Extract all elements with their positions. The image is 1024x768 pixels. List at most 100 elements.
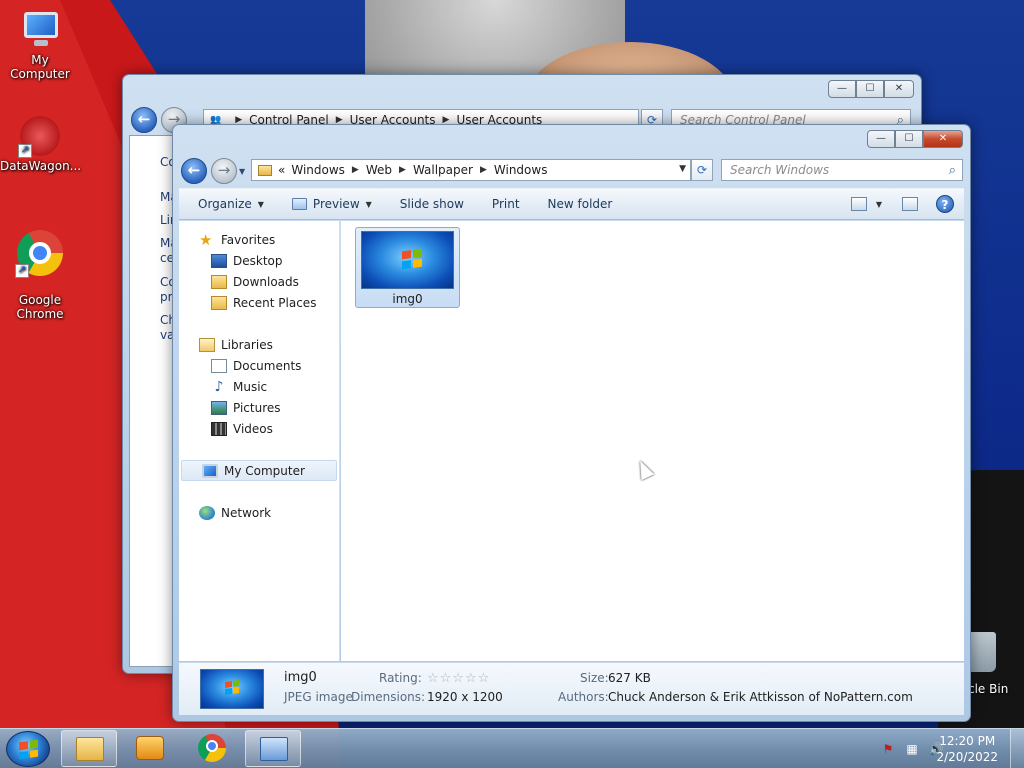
star-icon: ★ bbox=[199, 230, 213, 249]
nav-recent-places[interactable]: Recent Places bbox=[179, 292, 337, 313]
preview-icon bbox=[291, 198, 307, 210]
breadcrumb-segment[interactable]: Windows bbox=[494, 163, 548, 177]
back-button[interactable]: ← bbox=[181, 158, 207, 184]
slideshow-label: Slide show bbox=[399, 197, 464, 211]
view-options-dropdown-icon[interactable]: ▼ bbox=[876, 200, 882, 209]
address-bar[interactable]: « Windows ▶ Web ▶ Wallpaper ▶ Windows ▼ bbox=[251, 159, 691, 181]
desktop-icon bbox=[211, 253, 227, 268]
breadcrumb-segment[interactable]: Windows bbox=[291, 163, 345, 177]
show-desktop-button[interactable] bbox=[1010, 729, 1024, 768]
dimensions-value: 1920 x 1200 bbox=[427, 690, 503, 704]
organize-button[interactable]: Organize ▼ bbox=[179, 189, 278, 219]
nav-label: Documents bbox=[233, 358, 302, 373]
preview-pane-icon[interactable] bbox=[902, 197, 918, 211]
chevron-right-icon[interactable]: ▶ bbox=[399, 165, 406, 175]
desktop-icon-my-computer[interactable]: My Computer bbox=[0, 10, 80, 81]
computer-icon bbox=[18, 10, 62, 50]
address-overflow[interactable]: « bbox=[278, 163, 285, 177]
print-button[interactable]: Print bbox=[478, 189, 534, 219]
navigation-pane: ★ Favorites Desktop Downloads Recent Pla… bbox=[179, 221, 340, 661]
caption-buttons: — ☐ ✕ bbox=[867, 130, 963, 148]
nav-libraries[interactable]: Libraries bbox=[179, 334, 337, 355]
breadcrumb-segment[interactable]: Wallpaper bbox=[413, 163, 473, 177]
search-icon[interactable]: ⌕ bbox=[949, 161, 956, 181]
nav-pictures[interactable]: Pictures bbox=[179, 397, 337, 418]
close-button[interactable]: ✕ bbox=[923, 130, 963, 148]
authors-label: Authors: bbox=[558, 690, 609, 704]
chrome-icon bbox=[198, 734, 226, 762]
command-bar: Organize ▼ Preview ▼ Slide show Print Ne… bbox=[179, 188, 964, 220]
windows-logo-icon bbox=[19, 739, 38, 760]
nav-my-computer[interactable]: My Computer bbox=[181, 460, 337, 481]
rating-stars[interactable]: ☆☆☆☆☆ bbox=[427, 671, 490, 686]
recycle-bin-label[interactable]: cle Bin bbox=[968, 682, 1008, 696]
chevron-right-icon[interactable]: ▶ bbox=[352, 165, 359, 175]
windows-logo-icon bbox=[402, 248, 422, 270]
details-thumbnail bbox=[200, 669, 264, 709]
refresh-button[interactable]: ⟳ bbox=[691, 159, 713, 181]
shortcut-arrow-icon: ↗ bbox=[15, 264, 29, 278]
breadcrumb-segment[interactable]: Web bbox=[366, 163, 392, 177]
help-icon[interactable]: ? bbox=[936, 195, 954, 213]
file-list-pane[interactable]: img0 bbox=[341, 221, 964, 661]
nav-desktop[interactable]: Desktop bbox=[179, 250, 337, 271]
computer-icon bbox=[202, 463, 218, 478]
network-status-icon[interactable]: ▦ bbox=[904, 741, 920, 757]
media-player-icon bbox=[136, 736, 164, 760]
toolbar-right-group: ▼ ? bbox=[842, 195, 964, 213]
maximize-button[interactable]: ☐ bbox=[856, 80, 884, 98]
clock-time: 12:20 PM bbox=[939, 734, 996, 748]
size-value: 627 KB bbox=[608, 671, 651, 685]
file-item-img0[interactable]: img0 bbox=[355, 227, 460, 308]
chevron-down-icon: ▼ bbox=[365, 199, 372, 209]
desktop-icon-label: Google Chrome bbox=[16, 293, 64, 321]
start-button[interactable] bbox=[6, 731, 50, 767]
taskbar-google-chrome[interactable] bbox=[184, 730, 240, 767]
back-button[interactable]: ← bbox=[131, 107, 157, 133]
nav-videos[interactable]: Videos bbox=[179, 418, 337, 439]
notification-area: ⚑ ▦ 🔊 bbox=[872, 741, 944, 757]
nav-network[interactable]: Network bbox=[179, 502, 337, 523]
windows-logo-icon bbox=[225, 680, 239, 695]
folder-icon bbox=[258, 164, 272, 176]
taskbar-control-panel[interactable] bbox=[245, 730, 301, 767]
taskbar-media-player[interactable] bbox=[122, 730, 178, 767]
details-file-type: JPEG image bbox=[284, 690, 353, 704]
shortcut-arrow-icon: ↗ bbox=[18, 144, 32, 158]
nav-label: My Computer bbox=[224, 463, 305, 478]
minimize-button[interactable]: — bbox=[828, 80, 856, 98]
nav-downloads[interactable]: Downloads bbox=[179, 271, 337, 292]
taskbar-windows-explorer[interactable] bbox=[61, 730, 117, 767]
system-clock[interactable]: 12:20 PM 2/20/2022 bbox=[936, 733, 998, 765]
rating-label: Rating: bbox=[379, 671, 422, 685]
address-dropdown-icon[interactable]: ▼ bbox=[679, 164, 686, 174]
downloads-folder-icon bbox=[211, 274, 227, 289]
new-folder-label: New folder bbox=[547, 197, 613, 211]
action-center-flag-icon[interactable]: ⚑ bbox=[880, 741, 896, 757]
documents-icon bbox=[211, 358, 227, 373]
recent-pages-dropdown-icon[interactable]: ▼ bbox=[239, 167, 245, 176]
change-view-icon[interactable] bbox=[850, 197, 867, 211]
minimize-button[interactable]: — bbox=[867, 130, 895, 148]
explorer-window[interactable]: — ☐ ✕ ← → ▼ « Windows ▶ Web ▶ Wallpaper … bbox=[172, 124, 971, 722]
slideshow-button[interactable]: Slide show bbox=[386, 189, 478, 219]
chrome-icon: ↗ bbox=[15, 230, 63, 278]
new-folder-button[interactable]: New folder bbox=[534, 189, 627, 219]
music-note-icon: ♪ bbox=[214, 378, 224, 395]
search-placeholder: Search Windows bbox=[730, 163, 830, 177]
nav-favorites[interactable]: ★ Favorites bbox=[179, 229, 337, 250]
file-name: img0 bbox=[392, 292, 423, 306]
desktop-icon-google-chrome[interactable]: ↗ Google Chrome bbox=[0, 216, 80, 321]
search-input[interactable]: Search Windows ⌕ bbox=[721, 159, 963, 181]
preview-button[interactable]: Preview ▼ bbox=[278, 189, 386, 219]
clock-date: 2/20/2022 bbox=[936, 750, 998, 764]
datawagon-icon: ↗ bbox=[18, 116, 60, 158]
organize-label: Organize bbox=[198, 197, 252, 211]
nav-music[interactable]: ♪ Music bbox=[179, 376, 337, 397]
close-button[interactable]: ✕ bbox=[884, 80, 914, 98]
forward-button[interactable]: → bbox=[211, 158, 237, 184]
desktop-icon-datawagon[interactable]: ↗ DataWagon... bbox=[0, 116, 81, 173]
nav-documents[interactable]: Documents bbox=[179, 355, 337, 376]
chevron-right-icon[interactable]: ▶ bbox=[480, 165, 487, 175]
maximize-button[interactable]: ☐ bbox=[895, 130, 923, 148]
